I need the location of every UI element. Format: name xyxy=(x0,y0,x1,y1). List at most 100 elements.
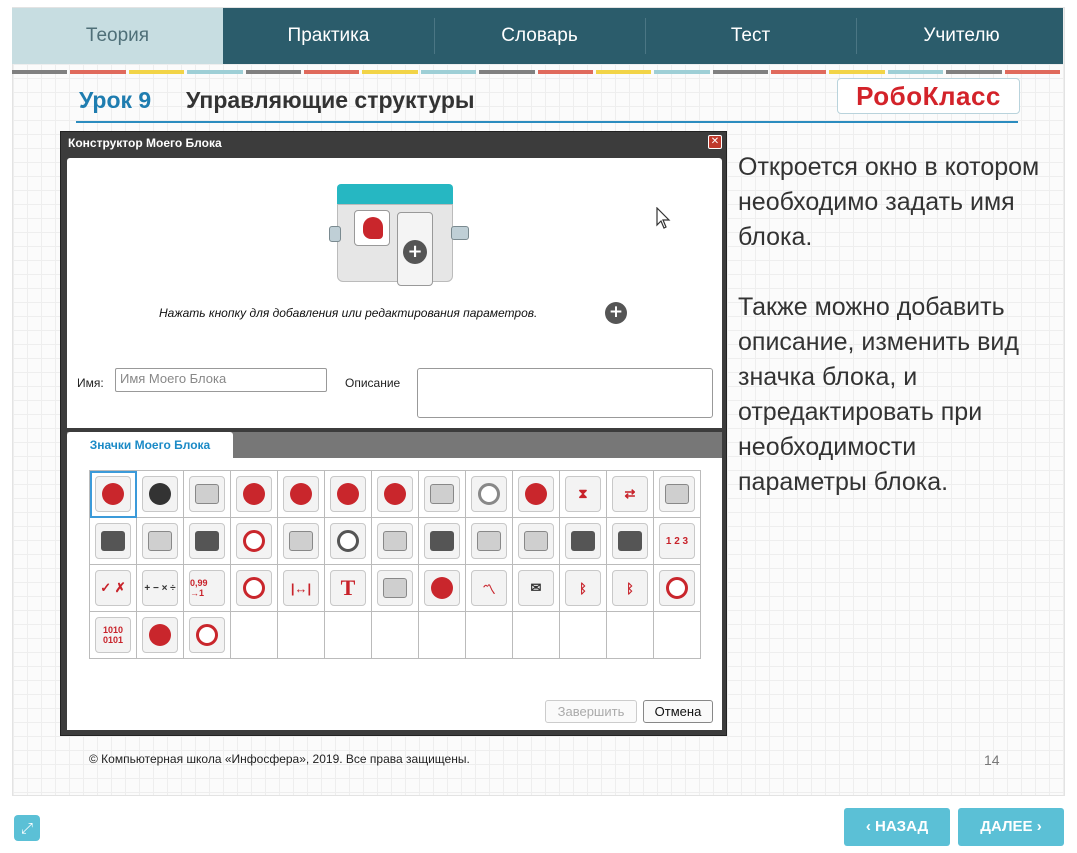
stripe-segment xyxy=(187,70,243,74)
empty-icon-cell[interactable] xyxy=(278,612,325,659)
tab-dictionary[interactable]: Словарь xyxy=(434,8,645,64)
tab-my-block-icons[interactable]: Значки Моего Блока xyxy=(67,432,233,458)
icon-cell[interactable]: + − × ÷ xyxy=(137,565,184,612)
stripe-segment xyxy=(537,70,593,74)
icon-cell[interactable]: ⇄ xyxy=(607,471,654,518)
empty-icon-cell[interactable] xyxy=(513,612,560,659)
icon-cell[interactable] xyxy=(325,518,372,565)
icon-cell[interactable] xyxy=(184,471,231,518)
description-input[interactable] xyxy=(417,368,713,418)
large-motor-icon xyxy=(236,476,272,512)
icon-cell[interactable]: |↔| xyxy=(278,565,325,612)
icon-cell[interactable] xyxy=(372,518,419,565)
empty-icon-cell[interactable] xyxy=(231,612,278,659)
cancel-button[interactable]: Отмена xyxy=(643,700,713,723)
icon-cell[interactable] xyxy=(231,518,278,565)
tab-teacher[interactable]: Учителю xyxy=(856,8,1067,64)
icons-panel: Значки Моего Блока ⧗ ⇄ 1 2 3 ✓ ✗ + − × ÷ 0,99… xyxy=(67,432,722,730)
icon-cell[interactable] xyxy=(231,565,278,612)
icon-cell[interactable]: T xyxy=(325,565,372,612)
icon-cell[interactable] xyxy=(654,565,701,612)
stop-glyph xyxy=(666,577,688,599)
ultrasonic-sensor-glyph xyxy=(383,531,407,551)
gyro-sensor-icon xyxy=(142,523,178,559)
icon-cell[interactable]: 〽 xyxy=(466,565,513,612)
icon-cell[interactable] xyxy=(466,518,513,565)
fullscreen-toggle-icon[interactable]: ⤢ xyxy=(14,815,40,841)
copyright-footer: © Компьютерная школа «Инфосфера», 2019. … xyxy=(89,752,470,766)
range-icon: |↔| xyxy=(283,570,319,606)
motor-control-glyph xyxy=(384,483,406,505)
icon-cell[interactable] xyxy=(278,518,325,565)
icon-cell[interactable]: ✉ xyxy=(513,565,560,612)
sound-icon xyxy=(471,476,507,512)
icon-cell[interactable] xyxy=(654,471,701,518)
sequence-out-connector xyxy=(451,226,469,240)
messaging-icon: ✉ xyxy=(518,570,554,606)
icon-cell[interactable]: ⧗ xyxy=(560,471,607,518)
compare-glyph xyxy=(243,577,265,599)
empty-icon-cell[interactable] xyxy=(325,612,372,659)
finish-button[interactable]: Завершить xyxy=(545,700,637,723)
icon-cell[interactable] xyxy=(466,471,513,518)
infrared-sensor-glyph xyxy=(243,530,265,552)
icon-cell[interactable] xyxy=(513,471,560,518)
description-label: Описание xyxy=(345,376,401,390)
next-button[interactable]: ДАЛЕЕ › xyxy=(958,808,1064,846)
stripe-segment xyxy=(70,70,126,74)
icon-cell[interactable] xyxy=(372,565,419,612)
icon-cell[interactable] xyxy=(137,612,184,659)
icon-cell[interactable]: 1 2 3 xyxy=(654,518,701,565)
icon-cell[interactable] xyxy=(419,518,466,565)
add-parameter-button[interactable]: + xyxy=(605,302,627,324)
icon-cell[interactable] xyxy=(90,518,137,565)
block-name-input[interactable]: Имя Моего Блока xyxy=(115,368,327,392)
gear-head-icon xyxy=(142,476,178,512)
icon-cell[interactable] xyxy=(419,565,466,612)
icon-cell[interactable] xyxy=(325,471,372,518)
icon-cell[interactable] xyxy=(419,471,466,518)
rotation-sensor-icon xyxy=(283,523,319,559)
icon-cell[interactable] xyxy=(184,612,231,659)
icon-cell[interactable]: ᛒ xyxy=(607,565,654,612)
bluetooth-connect-glyph: ᛒ xyxy=(626,580,634,596)
add-parameter-icon[interactable]: + xyxy=(403,240,427,264)
icon-cell[interactable] xyxy=(560,518,607,565)
icon-cell[interactable] xyxy=(607,518,654,565)
text-icon: T xyxy=(330,570,366,606)
icon-cell[interactable]: ✓ ✗ xyxy=(90,565,137,612)
icon-cell[interactable] xyxy=(137,518,184,565)
briefcase-glyph xyxy=(571,531,595,551)
back-button[interactable]: ‹ НАЗАД xyxy=(844,808,950,846)
icon-cell[interactable] xyxy=(90,471,137,518)
empty-icon-cell[interactable] xyxy=(560,612,607,659)
file-glyph xyxy=(431,577,453,599)
icon-cell[interactable] xyxy=(372,471,419,518)
icon-cell[interactable] xyxy=(231,471,278,518)
tab-theory[interactable]: Теория xyxy=(12,8,223,64)
gear-head-glyph xyxy=(149,483,171,505)
icon-cell[interactable] xyxy=(184,518,231,565)
tab-practice[interactable]: Практика xyxy=(223,8,434,64)
data-log-glyph: 〽 xyxy=(482,581,496,597)
empty-icon-cell[interactable] xyxy=(419,612,466,659)
icon-cell[interactable]: 0,99 →1 xyxy=(184,565,231,612)
icon-cell[interactable]: ᛒ xyxy=(560,565,607,612)
block-preview: + xyxy=(329,184,469,286)
icon-cell[interactable] xyxy=(278,471,325,518)
empty-icon-cell[interactable] xyxy=(607,612,654,659)
icon-cell[interactable] xyxy=(137,471,184,518)
tab-test[interactable]: Тест xyxy=(645,8,856,64)
explanation-paragraph-2: Также можно добавить описание, изменить … xyxy=(738,293,1019,496)
icon-cell[interactable]: 1010 0101 xyxy=(90,612,137,659)
large-motor-glyph xyxy=(243,483,265,505)
empty-icon-cell[interactable] xyxy=(466,612,513,659)
close-icon[interactable]: ✕ xyxy=(708,135,722,149)
icon-cell[interactable] xyxy=(513,518,560,565)
empty-icon-cell[interactable] xyxy=(372,612,419,659)
empty-icon-cell[interactable] xyxy=(654,612,701,659)
stripe-segment xyxy=(712,70,769,74)
stop-icon xyxy=(659,570,695,606)
stripe-segment xyxy=(946,70,1002,74)
infrared-beacon-glyph xyxy=(430,531,454,551)
